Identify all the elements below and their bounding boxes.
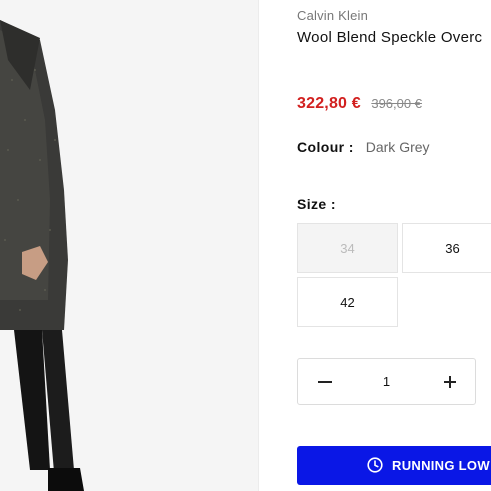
size-option-36[interactable]: 36 (402, 223, 491, 273)
clock-icon (367, 457, 383, 473)
colour-row: Colour : Dark Grey (297, 139, 430, 155)
model-wearing-coat-illustration (0, 20, 84, 491)
size-option-42[interactable]: 42 (297, 277, 398, 327)
size-option-34[interactable]: 34 (297, 223, 398, 273)
colour-value: Dark Grey (365, 139, 430, 155)
running-low-label: RUNNING LOW (392, 458, 490, 473)
sale-price: 322,80 € (297, 95, 361, 112)
running-low-button[interactable]: RUNNING LOW (297, 446, 491, 485)
size-label: Size : (297, 196, 336, 212)
brand-name[interactable]: Calvin Klein (297, 8, 368, 23)
colour-label: Colour : (297, 139, 354, 155)
panel-divider (258, 0, 259, 491)
product-image[interactable] (0, 0, 258, 491)
original-price: 396,00 € (371, 96, 422, 111)
price-row: 322,80 € 396,00 € (297, 95, 422, 113)
quantity-stepper: 1 (297, 358, 476, 405)
product-title: Wool Blend Speckle Overc (297, 29, 483, 46)
